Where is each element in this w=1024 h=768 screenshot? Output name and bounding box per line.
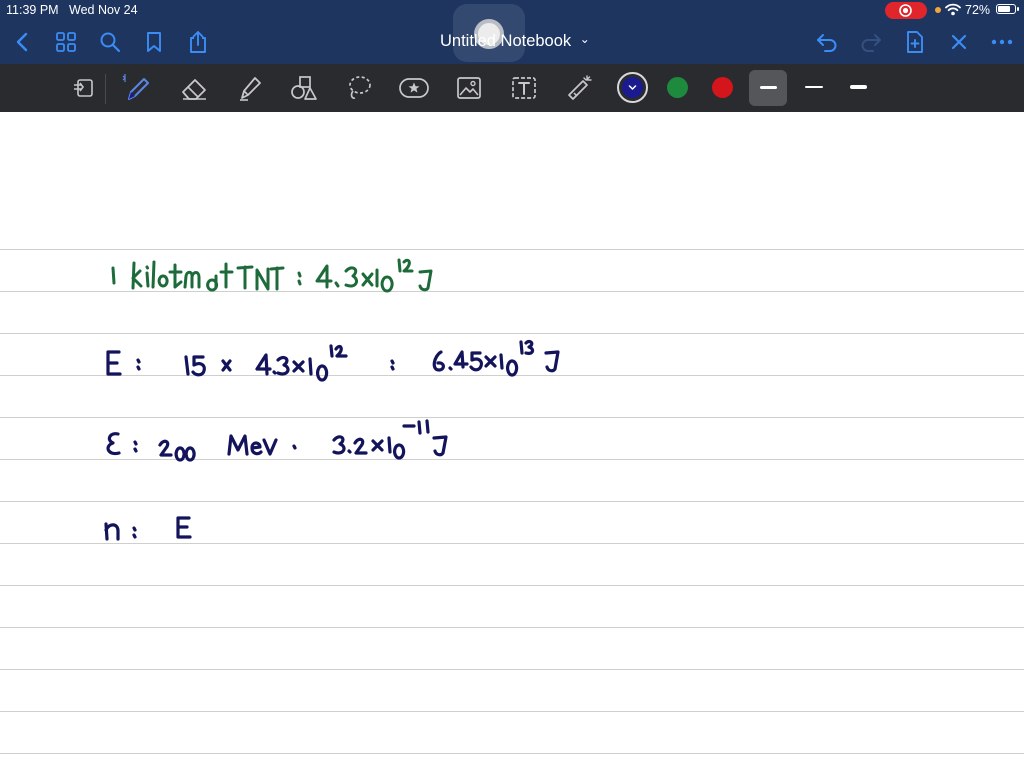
ruled-line (0, 333, 1024, 334)
add-page-icon (907, 31, 923, 53)
undo-icon (817, 34, 837, 52)
top-bar: 11:39 PM Wed Nov 24 72% Untitled Noteboo… (0, 0, 1024, 64)
text-box-icon (512, 77, 536, 99)
share-button[interactable] (186, 30, 210, 54)
add-page-button[interactable] (903, 30, 927, 54)
search-button[interactable] (98, 30, 122, 54)
ruled-line (0, 375, 1024, 376)
sticker-icon (399, 78, 429, 98)
thumbnails-button[interactable] (54, 30, 78, 54)
lasso-icon (349, 76, 371, 99)
share-icon (190, 31, 206, 53)
color-swatch-green[interactable] (667, 77, 688, 98)
ruled-line (0, 417, 1024, 418)
ruled-line (0, 291, 1024, 292)
redo-icon (861, 34, 881, 52)
notebook-title-text: Untitled Notebook (440, 32, 572, 50)
close-icon (951, 34, 967, 50)
close-button[interactable] (947, 30, 971, 54)
battery-percent: 72% (965, 3, 991, 17)
stroke-width-thin[interactable] (760, 86, 777, 89)
ruled-line (0, 627, 1024, 628)
more-icon (991, 39, 1013, 45)
ruled-line (0, 669, 1024, 670)
more-button[interactable] (990, 30, 1014, 54)
ruled-line (0, 543, 1024, 544)
wifi-icon (945, 3, 961, 16)
chevron-left-icon (16, 32, 28, 52)
highlighter-icon (240, 77, 261, 101)
status-date: Wed Nov 24 (69, 3, 138, 17)
color-swatch-red[interactable] (712, 77, 733, 98)
chevron-down-icon (628, 85, 637, 90)
grid-icon (56, 32, 76, 52)
notebook-title[interactable]: Untitled Notebook ⌄ (440, 32, 590, 51)
bookmark-button[interactable] (142, 30, 166, 54)
ruled-line (0, 753, 1024, 754)
redo-button[interactable] (859, 30, 883, 54)
shapes-icon (291, 76, 317, 100)
text-box-button[interactable] (507, 72, 541, 104)
ruled-line (0, 249, 1024, 250)
undo-button[interactable] (815, 30, 839, 54)
eraser-icon (182, 79, 206, 100)
ruled-line (0, 585, 1024, 586)
image-icon (457, 77, 481, 99)
battery-icon (996, 4, 1016, 14)
image-button[interactable] (452, 72, 486, 104)
pen-button[interactable] (120, 72, 154, 104)
page-view-icon (74, 79, 93, 97)
color-swatch-navy[interactable] (622, 77, 643, 98)
lasso-button[interactable] (342, 72, 376, 104)
privacy-dot (935, 7, 941, 13)
sticker-button[interactable] (397, 72, 431, 104)
back-button[interactable] (10, 30, 34, 54)
ruled-line (0, 459, 1024, 460)
ruled-line (0, 711, 1024, 712)
battery-cap (1017, 7, 1019, 11)
shapes-button[interactable] (287, 72, 321, 104)
status-time: 11:39 PM (6, 3, 59, 17)
eraser-button[interactable] (177, 72, 211, 104)
screen-recording-indicator[interactable] (885, 2, 927, 19)
ruled-line (0, 501, 1024, 502)
search-icon (100, 32, 121, 53)
toolbar-divider (105, 74, 106, 104)
highlighter-button[interactable] (233, 72, 267, 104)
notebook-page[interactable] (0, 112, 1024, 768)
stroke-width-thick[interactable] (850, 85, 867, 89)
stroke-width-medium[interactable] (805, 86, 823, 88)
laser-pointer-icon (568, 75, 592, 100)
record-icon (899, 4, 912, 17)
pen-icon (122, 74, 149, 100)
chevron-down-icon: ⌄ (579, 32, 590, 46)
bookmark-icon (147, 32, 161, 52)
laser-pointer-button[interactable] (562, 72, 596, 104)
tools-toolbar (0, 64, 1024, 112)
page-view-button[interactable] (66, 72, 100, 104)
